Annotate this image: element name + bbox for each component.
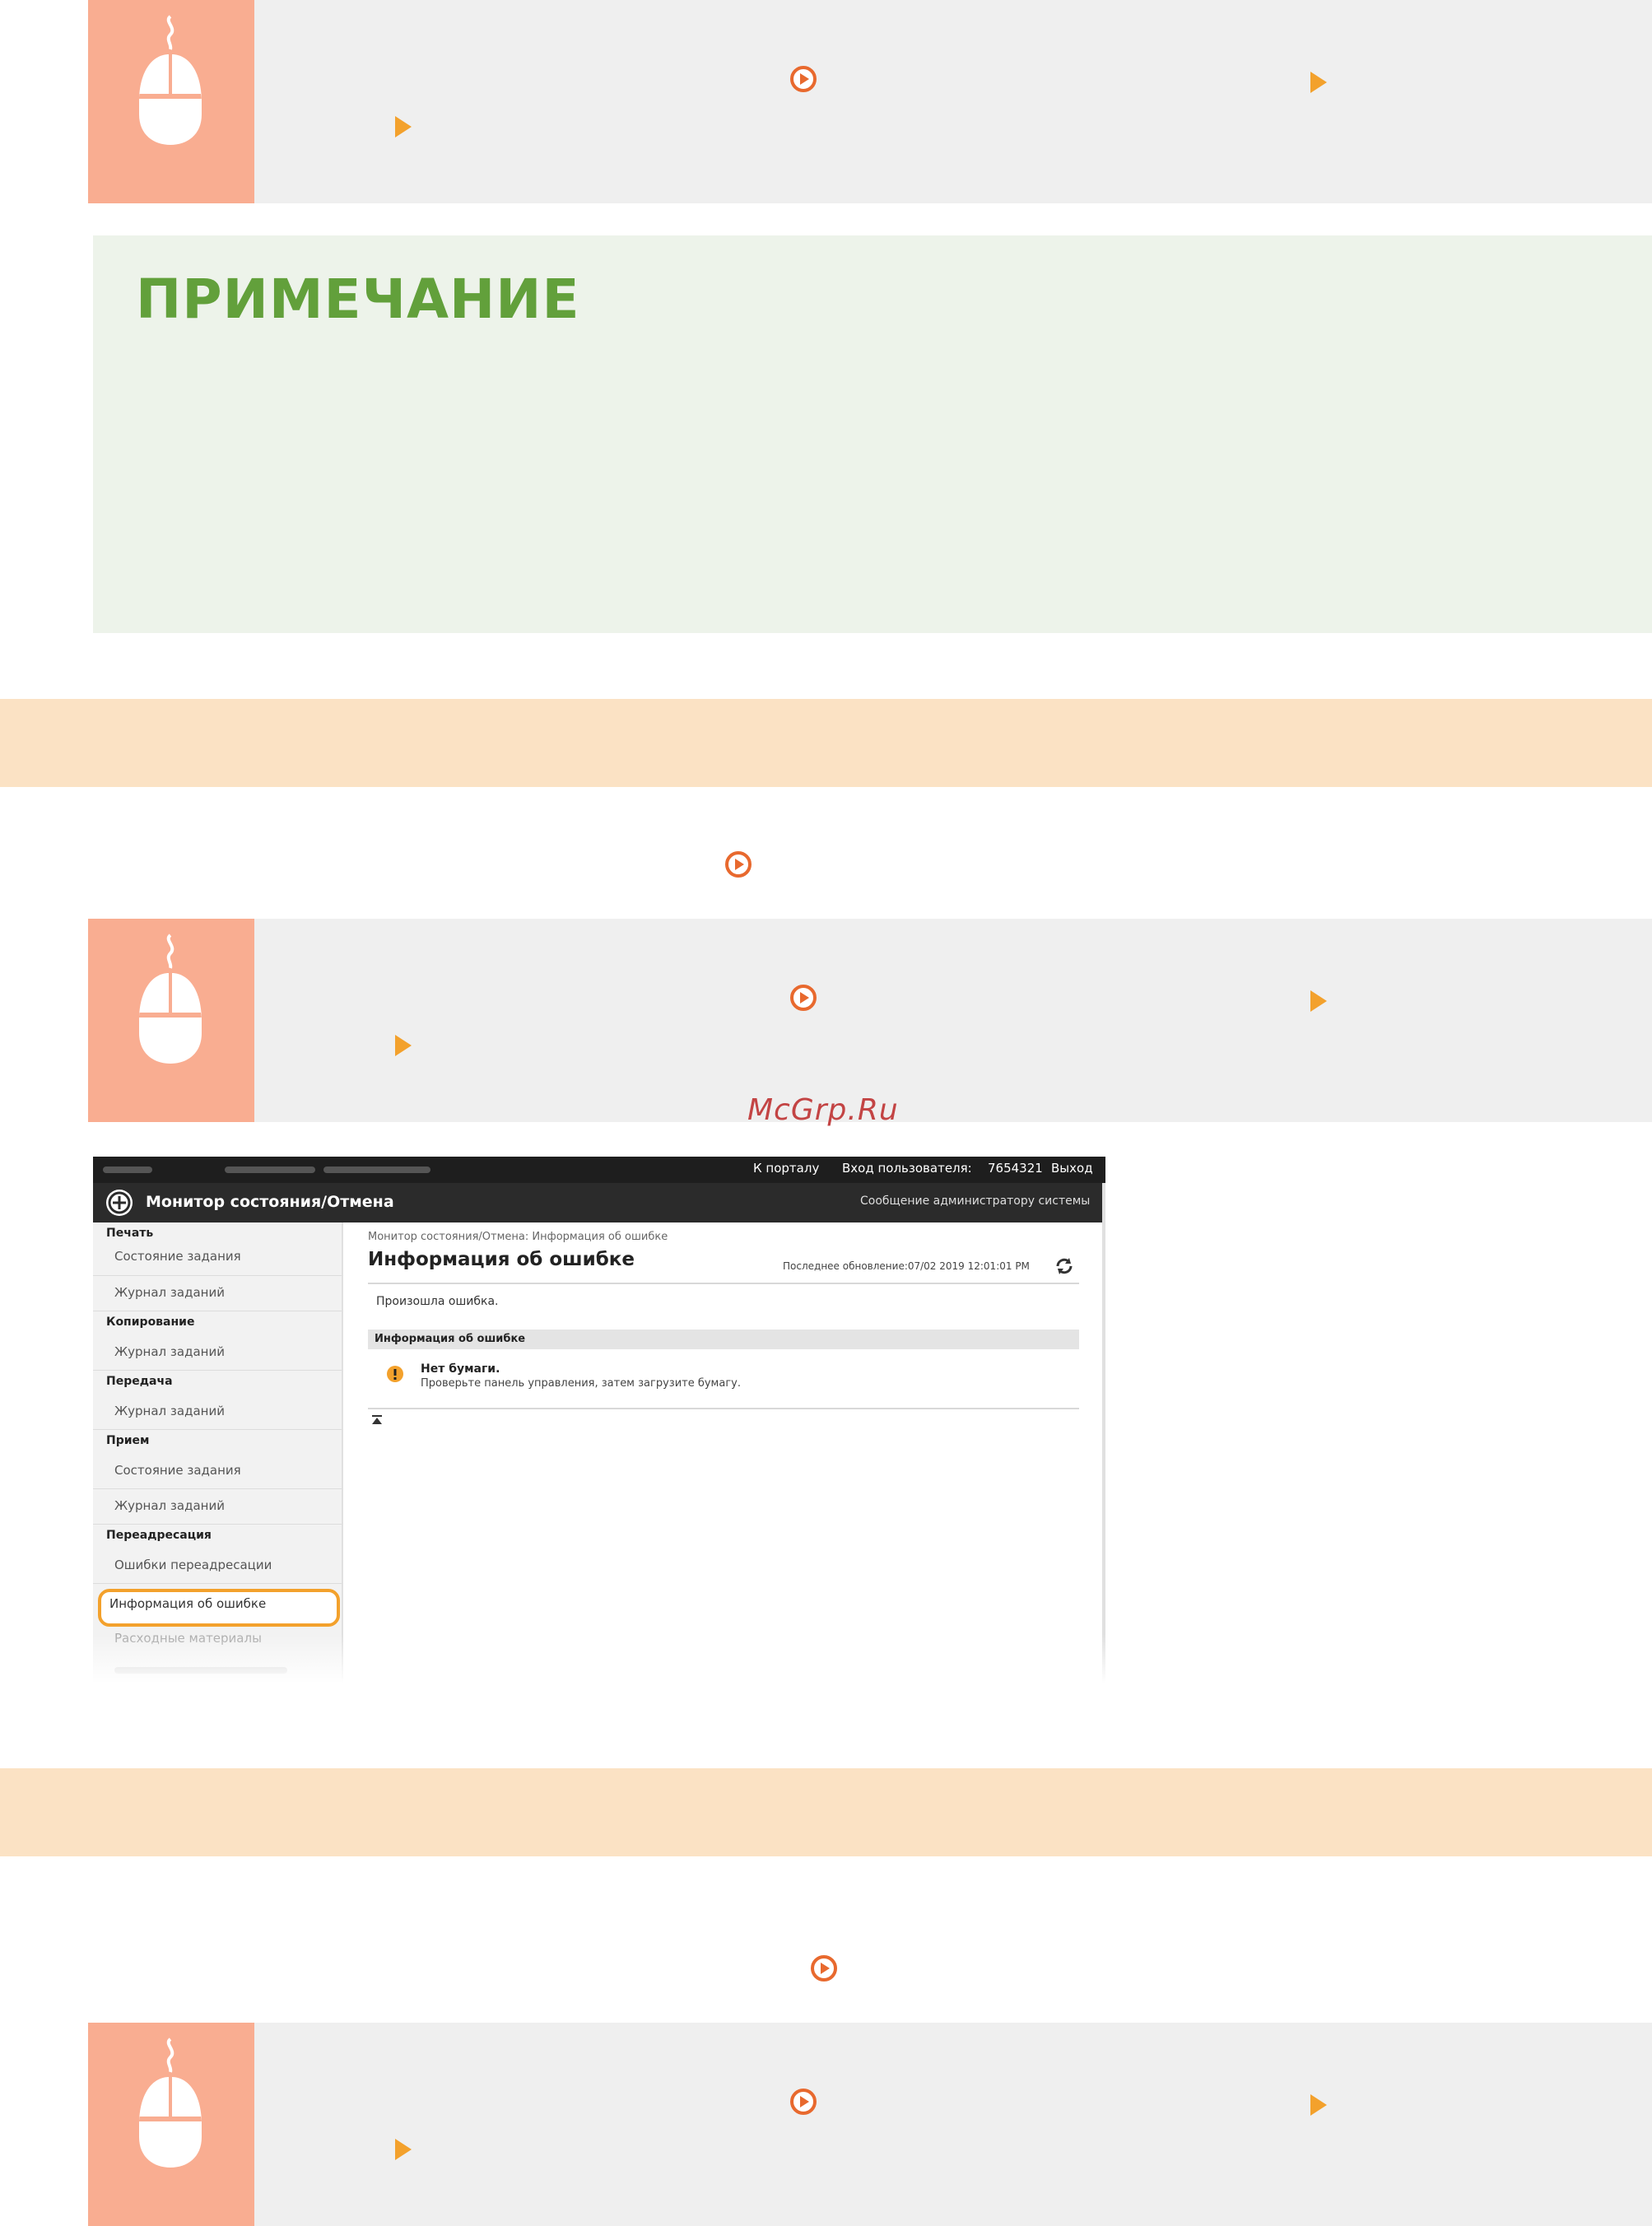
admin-message-link[interactable]: Сообщение администратору системы: [860, 1194, 1090, 1208]
header-bar: Монитор состояния/Отмена Сообщение админ…: [93, 1183, 1105, 1222]
circle-arrow-icon: [790, 2089, 817, 2115]
sidebar-item-print-status[interactable]: Состояние задания: [114, 1249, 241, 1264]
mouse-tile: [88, 0, 254, 203]
circle-arrow-icon: [725, 851, 752, 878]
page-title: Информация об ошибке: [368, 1249, 635, 1270]
mouse-tile: [88, 2023, 254, 2226]
warning-icon: [387, 1366, 403, 1382]
circle-arrow-icon: [790, 66, 817, 92]
triangle-arrow-icon: [395, 2139, 412, 2160]
sidebar-category-forward: Переадресация: [106, 1529, 212, 1542]
circle-arrow-icon: [811, 1955, 837, 1982]
triangle-arrow-icon: [395, 116, 412, 137]
refresh-icon[interactable]: [1054, 1256, 1074, 1276]
mouse-tile: [88, 919, 254, 1122]
sidebar-item-error-info[interactable]: Информация об ошибке: [109, 1596, 266, 1611]
top-bar: К порталу Вход пользователя: 7654321 Вых…: [93, 1157, 1105, 1183]
sidebar-item-forward-errors[interactable]: Ошибки переадресации: [114, 1558, 272, 1572]
mouse-instruction-panel: [88, 2023, 1652, 2226]
login-id: 7654321: [988, 1161, 1043, 1176]
sidebar-item-receive-status[interactable]: Состояние задания: [114, 1463, 241, 1478]
header-title: Монитор состояния/Отмена: [146, 1193, 394, 1211]
sidebar-item-receive-log[interactable]: Журнал заданий: [114, 1498, 225, 1513]
mouse-icon: [139, 934, 202, 1064]
sidebar-category-receive: Прием: [106, 1434, 150, 1447]
error-title: Нет бумаги.: [421, 1362, 500, 1376]
note-title: ПРИМЕЧАНИЕ: [136, 268, 580, 331]
status-monitor-icon: [106, 1190, 133, 1216]
section-band: [0, 699, 1652, 787]
breadcrumb: Монитор состояния/Отмена: Информация об …: [368, 1231, 668, 1243]
logout-link[interactable]: Выход: [1051, 1161, 1093, 1176]
mouse-icon: [139, 15, 202, 145]
triangle-arrow-icon: [395, 1035, 412, 1056]
status-message: Произошла ошибка.: [376, 1295, 499, 1308]
error-detail: Проверьте панель управления, затем загру…: [421, 1377, 741, 1390]
portal-link[interactable]: К порталу: [753, 1161, 819, 1176]
mouse-instruction-panel: [88, 919, 1652, 1122]
triangle-arrow-icon: [1310, 990, 1327, 1012]
sidebar: Печать Состояние задания Журнал заданий …: [93, 1222, 343, 1683]
circle-arrow-icon: [790, 985, 817, 1011]
embedded-screenshot: К порталу Вход пользователя: 7654321 Вых…: [93, 1157, 1105, 1683]
triangle-arrow-icon: [1310, 2094, 1327, 2116]
last-update: Последнее обновление:07/02 2019 12:01:01…: [783, 1260, 1030, 1272]
section-band: [0, 1768, 1652, 1856]
sidebar-item-print-log[interactable]: Журнал заданий: [114, 1285, 225, 1300]
sidebar-item-send-log[interactable]: Журнал заданий: [114, 1404, 225, 1418]
watermark: McGrp.Ru: [747, 1093, 899, 1127]
mouse-instruction-panel: [88, 0, 1652, 203]
page-top-icon[interactable]: [370, 1413, 384, 1427]
section-header: Информация об ошибке: [375, 1333, 526, 1345]
triangle-arrow-icon: [1310, 72, 1327, 93]
login-label: Вход пользователя:: [842, 1161, 972, 1176]
sidebar-item-copy-log[interactable]: Журнал заданий: [114, 1344, 225, 1359]
sidebar-category-copy: Копирование: [106, 1316, 195, 1329]
mouse-icon: [139, 2037, 202, 2168]
sidebar-category-print: Печать: [106, 1227, 154, 1240]
sidebar-category-send: Передача: [106, 1375, 173, 1388]
